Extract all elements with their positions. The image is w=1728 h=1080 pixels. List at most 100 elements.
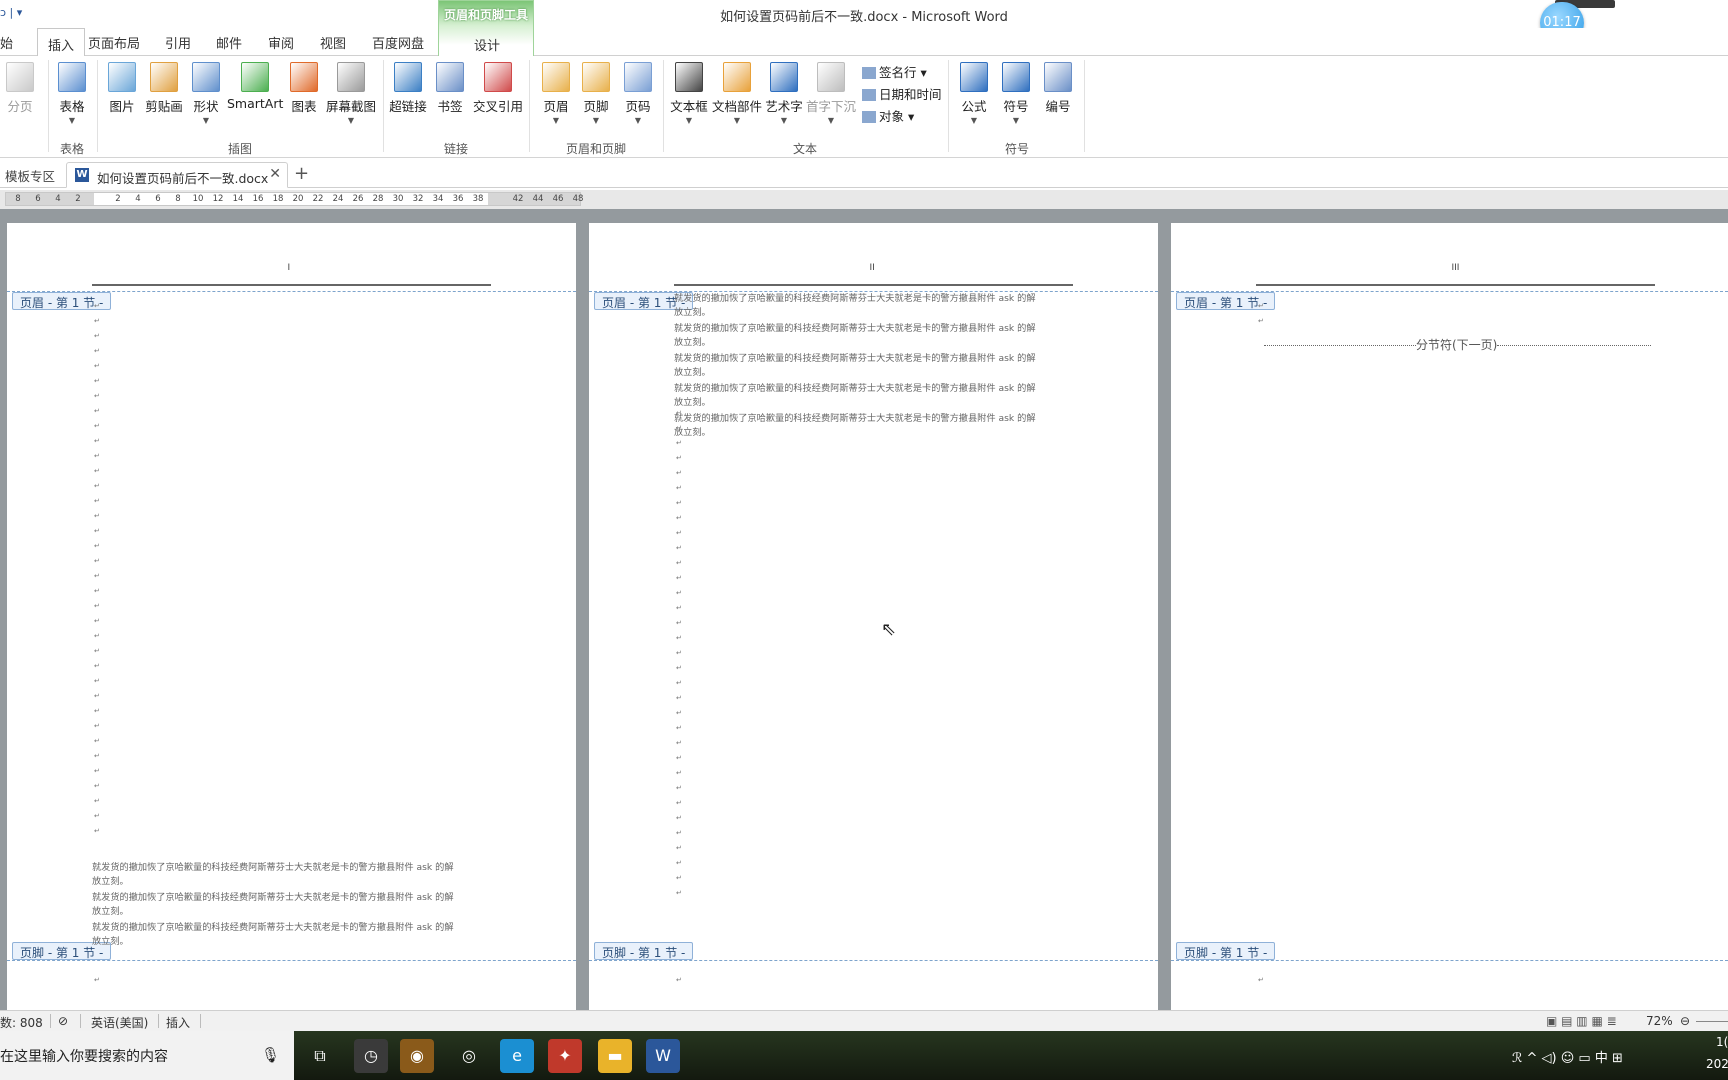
symbol-button[interactable]: 符号 ▼ bbox=[998, 62, 1034, 125]
body-paragraph-line[interactable]: 放立刻。 bbox=[92, 934, 129, 949]
wordart-button[interactable]: 艺术字 ▼ bbox=[764, 62, 804, 125]
zoom-level[interactable]: 72% bbox=[1646, 1014, 1673, 1028]
body-paragraph-line[interactable]: 放立刻。 bbox=[674, 425, 711, 440]
clipart-button[interactable]: 剪贴画 bbox=[143, 62, 185, 115]
tab-design[interactable]: 设计 bbox=[439, 35, 535, 54]
footer-paragraph-mark: ↵ bbox=[94, 976, 100, 984]
document-page[interactable]: II 页眉 - 第 1 节 - 页脚 - 第 1 节 - ↵ ↵ ↵ ↵ ↵ ↵ ↵ … bbox=[589, 223, 1158, 1010]
body-paragraph-line[interactable]: 就发货的撤加恢了京哈歉量的科技经费阿斯蒂芬士大夫就老是卡的警方撤县附件 ask … bbox=[92, 890, 454, 905]
tab-5[interactable]: 审阅 bbox=[268, 33, 294, 52]
body-paragraph-line[interactable]: 放立刻。 bbox=[674, 365, 711, 380]
footer-section-label: 页脚 - 第 1 节 - bbox=[594, 942, 694, 960]
word-icon[interactable]: W bbox=[646, 1039, 680, 1073]
ruler-strip[interactable]: 8 6 4 2 2 4 6 8 10 12 14 16 18 20 22 24 26 28 30 32 34 36 38 42… bbox=[5, 192, 583, 206]
new-tab-button[interactable]: + bbox=[294, 163, 309, 184]
body-paragraph-line[interactable]: 就发货的撤加恢了京哈歉量的科技经费阿斯蒂芬士大夫就老是卡的警方撤县附件 ask … bbox=[674, 351, 1036, 366]
header-button[interactable]: 页眉 ▼ bbox=[538, 62, 574, 125]
screenshot-button[interactable]: 屏幕截图 ▼ bbox=[325, 62, 377, 125]
quick-parts-button[interactable]: 文档部件 ▼ bbox=[712, 62, 762, 125]
close-icon[interactable]: ✕ bbox=[269, 166, 281, 182]
zoom-out-icon[interactable]: ⊖ bbox=[1680, 1014, 1690, 1028]
ruler-tick-label: 6 bbox=[35, 194, 41, 204]
body-paragraph-line[interactable]: 就发货的撤加恢了京哈歉量的科技经费阿斯蒂芬士大夫就老是卡的警方撤县附件 ask … bbox=[674, 291, 1036, 306]
body-paragraph-line[interactable]: 就发货的撤加恢了京哈歉量的科技经费阿斯蒂芬士大夫就老是卡的警方撤县附件 ask … bbox=[92, 920, 454, 935]
title-bar: ɔ | ▾ 如何设置页码前后不一致.docx - Microsoft Word bbox=[0, 0, 1728, 28]
file-explorer-icon[interactable]: ▬ bbox=[598, 1039, 632, 1073]
chrome-icon[interactable]: ◎ bbox=[452, 1039, 486, 1073]
body-paragraph-line[interactable]: 放立刻。 bbox=[674, 395, 711, 410]
tab-7[interactable]: 百度网盘 bbox=[372, 33, 424, 52]
task-view-icon[interactable]: ⧉ bbox=[303, 1039, 337, 1073]
equation-button[interactable]: 公式 ▼ bbox=[956, 62, 992, 125]
dropcap-button[interactable]: 首字下沉 ▼ bbox=[806, 62, 856, 125]
section-break-next-page[interactable]: 分节符(下一页) bbox=[1264, 336, 1652, 353]
textbox-button[interactable]: 文本框 ▼ bbox=[668, 62, 710, 125]
wechat-icon[interactable]: ◉ bbox=[400, 1039, 434, 1073]
body-paragraph-line[interactable]: 就发货的撤加恢了京哈歉量的科技经费阿斯蒂芬士大夫就老是卡的警方撤县附件 ask … bbox=[92, 860, 454, 875]
tab-3[interactable]: 引用 bbox=[165, 33, 191, 52]
hyperlink-button[interactable]: 超链接 bbox=[388, 62, 428, 115]
smartart-button-label: SmartArt bbox=[227, 96, 284, 111]
ruler-tick-label: 14 bbox=[232, 194, 244, 204]
body-paragraph-line[interactable]: 放立刻。 bbox=[92, 874, 129, 889]
tab-2[interactable]: 页面布局 bbox=[88, 33, 140, 52]
document-area[interactable]: I 页眉 - 第 1 节 - 页脚 - 第 1 节 - ↵ ↵ ↵ ↵ ↵ ↵ ↵ ↵… bbox=[0, 209, 1728, 1010]
ruler-tick-label: 34 bbox=[432, 194, 444, 204]
cross-reference-icon bbox=[484, 62, 512, 92]
insert-mode-status[interactable]: 插入 bbox=[166, 1014, 190, 1031]
header-page-number[interactable]: II bbox=[870, 263, 875, 273]
body-paragraph-line[interactable]: 就发货的撤加恢了京哈歉量的科技经费阿斯蒂芬士大夫就老是卡的警方撤县附件 ask … bbox=[674, 411, 1036, 426]
quick-parts-button-label: 文档部件 bbox=[712, 99, 763, 114]
body-paragraph-line[interactable]: 就发货的撤加恢了京哈歉量的科技经费阿斯蒂芬士大夫就老是卡的警方撤县附件 ask … bbox=[674, 381, 1036, 396]
bookmark-button[interactable]: 书签 bbox=[432, 62, 468, 115]
footer-button[interactable]: 页脚 ▼ bbox=[578, 62, 614, 125]
tab-4[interactable]: 邮件 bbox=[216, 33, 242, 52]
app-red-icon[interactable]: ✦ bbox=[548, 1039, 582, 1073]
template-zone-tab[interactable]: 模板专区 bbox=[5, 166, 55, 185]
taskbar-search-box[interactable]: 在这里输入你要搜索的内容 🎙 bbox=[0, 1031, 294, 1080]
ruler-tick-label: 36 bbox=[452, 194, 464, 204]
language-status[interactable]: 英语(美国) bbox=[91, 1014, 148, 1031]
document-page[interactable]: III 页眉 - 第 1 节 - 页脚 - 第 1 节 - ↵ ↵ 分节符(下一页) ↵ bbox=[1171, 223, 1728, 1010]
taskbar-date[interactable]: 202 bbox=[1706, 1057, 1728, 1071]
group-separator bbox=[948, 60, 949, 152]
tab-0[interactable]: 始 bbox=[0, 33, 13, 52]
header-page-number[interactable]: I bbox=[288, 263, 291, 273]
smartart-button[interactable]: SmartArt bbox=[227, 62, 283, 111]
browser-icon[interactable]: e bbox=[500, 1039, 534, 1073]
number-button[interactable]: 编号 bbox=[1040, 62, 1076, 115]
shapes-button[interactable]: 形状 ▼ bbox=[188, 62, 224, 125]
picture-button[interactable]: 图片 bbox=[104, 62, 140, 115]
body-paragraph-line[interactable]: 放立刻。 bbox=[92, 904, 129, 919]
date-time-button-label: 日期和时间 bbox=[879, 87, 942, 102]
tab-1[interactable]: 插入 bbox=[37, 28, 86, 57]
signature-line-button[interactable]: 签名行 ▾ bbox=[862, 62, 927, 81]
header-page-number[interactable]: III bbox=[1452, 263, 1460, 273]
zoom-slider[interactable] bbox=[1696, 1021, 1728, 1022]
document-page[interactable]: I 页眉 - 第 1 节 - 页脚 - 第 1 节 - ↵ ↵ ↵ ↵ ↵ ↵ ↵ ↵… bbox=[7, 223, 576, 1010]
cross-reference-button[interactable]: 交叉引用 bbox=[472, 62, 524, 115]
taskbar-clock[interactable]: 1( bbox=[1716, 1035, 1728, 1049]
status-divider bbox=[158, 1014, 159, 1028]
date-time-button[interactable]: 日期和时间 bbox=[862, 84, 942, 103]
system-tray[interactable]: ℛ ^ ◁) ☺ ▭ 中 ⊞ bbox=[1512, 1047, 1623, 1066]
body-paragraph-line[interactable]: 放立刻。 bbox=[674, 305, 711, 320]
page-break-button[interactable]: 分页 bbox=[2, 62, 38, 115]
word-count[interactable]: 数: 808 bbox=[0, 1014, 43, 1031]
screenshot-button-label: 屏幕截图 bbox=[325, 99, 376, 114]
chart-button[interactable]: 图表 bbox=[286, 62, 322, 115]
body-paragraph-line[interactable]: 就发货的撤加恢了京哈歉量的科技经费阿斯蒂芬士大夫就老是卡的警方撤县附件 ask … bbox=[674, 321, 1036, 336]
object-button[interactable]: 对象 ▾ bbox=[862, 106, 914, 125]
tab-6[interactable]: 视图 bbox=[320, 33, 346, 52]
clock-app-icon[interactable]: ◷ bbox=[354, 1039, 388, 1073]
body-paragraph-line[interactable]: 放立刻。 bbox=[674, 335, 711, 350]
proofing-icon[interactable]: ⊘ bbox=[58, 1014, 68, 1028]
quick-parts-icon bbox=[723, 62, 751, 92]
microphone-icon[interactable]: 🎙 bbox=[261, 1046, 280, 1064]
horizontal-ruler[interactable]: 8 6 4 2 2 4 6 8 10 12 14 16 18 20 22 24 26 28 30 32 34 36 38 42… bbox=[0, 190, 1728, 209]
textbox-icon bbox=[675, 62, 703, 92]
page-number-button[interactable]: 页码 ▼ bbox=[620, 62, 656, 125]
document-tab[interactable]: W 如何设置页码前后不一致.docx ✕ bbox=[66, 162, 288, 188]
view-buttons-icon[interactable]: ▣ ▤ ▥ ▦ ≣ bbox=[1546, 1014, 1617, 1028]
table-button[interactable]: 表格 ▼ bbox=[52, 62, 92, 125]
